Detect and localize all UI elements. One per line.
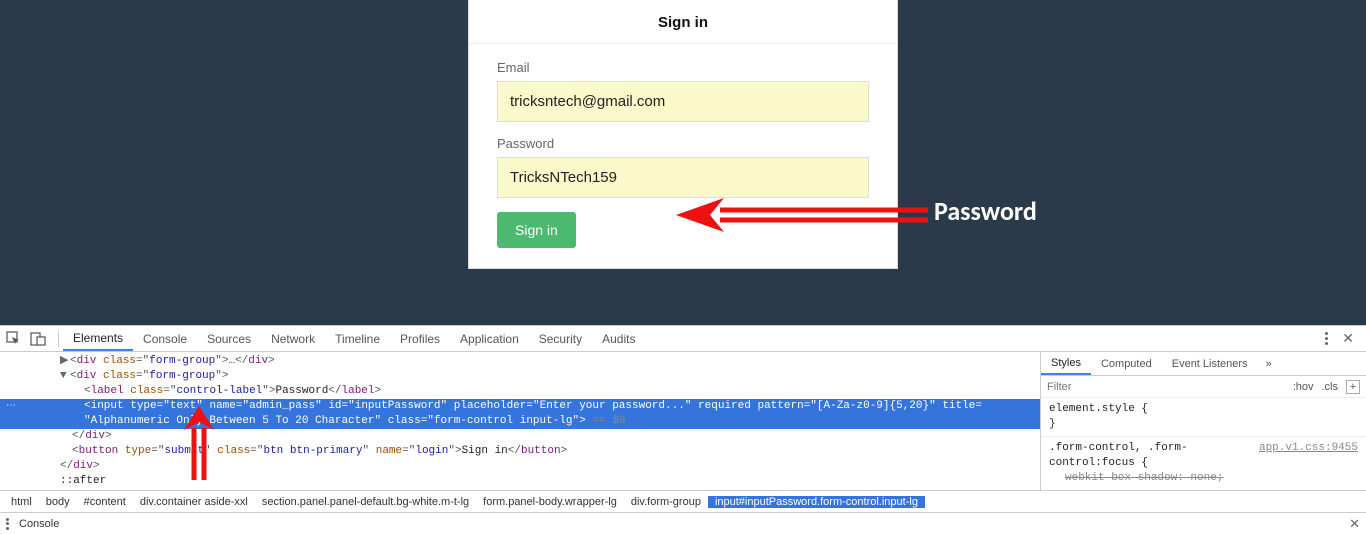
css-rule-block[interactable]: app.v1.css:9455 .form-control, .form-con… xyxy=(1041,436,1366,490)
bc-content[interactable]: #content xyxy=(77,496,133,508)
hov-toggle[interactable]: :hov xyxy=(1293,381,1314,393)
signin-title: Sign in xyxy=(469,0,897,44)
inspect-icon[interactable] xyxy=(6,331,22,347)
tab-event-listeners[interactable]: Event Listeners xyxy=(1162,352,1258,375)
tab-audits[interactable]: Audits xyxy=(592,326,645,351)
email-label: Email xyxy=(497,60,869,75)
page-background: Sign in Email Password Sign in Password xyxy=(0,0,1366,325)
annotation-text: Password xyxy=(934,195,1037,227)
tab-timeline[interactable]: Timeline xyxy=(325,326,390,351)
tab-profiles[interactable]: Profiles xyxy=(390,326,450,351)
bc-form[interactable]: form.panel-body.wrapper-lg xyxy=(476,496,624,508)
tab-sources[interactable]: Sources xyxy=(197,326,261,351)
devtools-tabbar: Elements Console Sources Network Timelin… xyxy=(0,326,1366,352)
dom-breadcrumb[interactable]: html body #content div.container aside-x… xyxy=(0,490,1366,512)
console-drawer[interactable]: Console ✕ xyxy=(0,512,1366,534)
tab-security[interactable]: Security xyxy=(529,326,592,351)
new-style-rule-icon[interactable]: + xyxy=(1346,380,1360,394)
tab-network[interactable]: Network xyxy=(261,326,325,351)
annotation-arrow-icon xyxy=(670,192,930,236)
styles-sidebar: Styles Computed Event Listeners » :hov .… xyxy=(1040,352,1366,490)
console-close-icon[interactable]: ✕ xyxy=(1349,516,1360,532)
styles-filter-input[interactable] xyxy=(1047,381,1293,393)
password-label: Password xyxy=(497,136,869,151)
bc-body[interactable]: body xyxy=(39,496,77,508)
email-field[interactable] xyxy=(497,81,869,122)
signin-button[interactable]: Sign in xyxy=(497,212,576,248)
tab-elements[interactable]: Elements xyxy=(63,326,133,351)
bc-input[interactable]: input#inputPassword.form-control.input-l… xyxy=(708,496,925,508)
bc-html[interactable]: html xyxy=(4,496,39,508)
annotation-arrow2-icon xyxy=(176,404,226,482)
cls-toggle[interactable]: .cls xyxy=(1322,381,1339,393)
tab-styles[interactable]: Styles xyxy=(1041,352,1091,375)
css-source-link[interactable]: app.v1.css:9455 xyxy=(1259,441,1358,456)
elements-tree[interactable]: ▶<div class="form-group">…</div> ▼<div c… xyxy=(0,352,1040,490)
tab-computed[interactable]: Computed xyxy=(1091,352,1162,375)
device-toggle-icon[interactable] xyxy=(30,331,46,347)
console-label: Console xyxy=(19,518,59,530)
bc-container[interactable]: div.container aside-xxl xyxy=(133,496,255,508)
tab-console[interactable]: Console xyxy=(133,326,197,351)
styles-more-icon[interactable]: » xyxy=(1258,358,1280,370)
devtools-menu-icon[interactable] xyxy=(1317,332,1336,345)
devtools-close-icon[interactable]: ✕ xyxy=(1336,330,1360,347)
console-menu-icon[interactable] xyxy=(6,518,9,530)
element-style-block[interactable]: element.style { } xyxy=(1041,398,1366,436)
bc-section[interactable]: section.panel.panel-default.bg-white.m-t… xyxy=(255,496,476,508)
selected-dom-node[interactable]: ⋯<input type="text" name="admin_pass" id… xyxy=(0,399,1040,414)
bc-formgroup[interactable]: div.form-group xyxy=(624,496,708,508)
tab-application[interactable]: Application xyxy=(450,326,529,351)
